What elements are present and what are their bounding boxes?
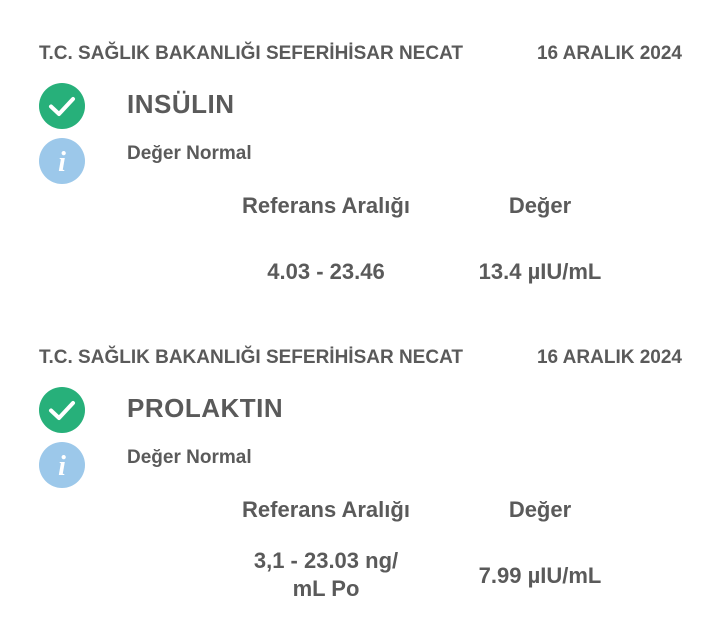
- reference-range-line: mL Po: [292, 576, 360, 601]
- hospital-name: T.C. SAĞLIK BAKANLIĞI SEFERİHİSAR NECAT: [39, 347, 463, 368]
- lab-result-card[interactable]: T.C. SAĞLIK BAKANLIĞI SEFERİHİSAR NECAT …: [0, 304, 720, 604]
- reference-range-value: 3,1 - 23.03 ng/ mL Po: [210, 547, 442, 603]
- result-date: 16 ARALIK 2024: [536, 43, 682, 64]
- reference-range-value: 4.03 - 23.46: [267, 259, 385, 284]
- hospital-name: T.C. SAĞLIK BAKANLIĞI SEFERİHİSAR NECAT: [39, 43, 463, 64]
- result-status: Değer Normal: [127, 143, 252, 164]
- svg-text:i: i: [58, 451, 66, 482]
- info-circle-icon[interactable]: i: [38, 137, 86, 185]
- check-circle-icon: [39, 387, 85, 433]
- value-header: Değer: [508, 193, 572, 218]
- info-circle-icon[interactable]: i: [38, 441, 86, 489]
- result-status: Değer Normal: [127, 447, 252, 468]
- result-date: 16 ARALIK 2024: [536, 347, 682, 368]
- reference-range-header: Referans Aralığı: [242, 193, 410, 218]
- test-name: PROLAKTIN: [127, 393, 284, 423]
- test-name: INSÜLIN: [127, 89, 235, 119]
- reference-range-header: Referans Aralığı: [242, 497, 410, 522]
- value-header: Değer: [508, 497, 572, 522]
- svg-text:i: i: [58, 147, 66, 178]
- lab-result-card[interactable]: T.C. SAĞLIK BAKANLIĞI SEFERİHİSAR NECAT …: [0, 0, 720, 300]
- reference-range-line: 3,1 - 23.03 ng/: [253, 548, 399, 573]
- result-value: 13.4 µIU/mL: [478, 259, 602, 284]
- check-circle-icon: [39, 83, 85, 129]
- result-value: 7.99 µIU/mL: [478, 563, 602, 588]
